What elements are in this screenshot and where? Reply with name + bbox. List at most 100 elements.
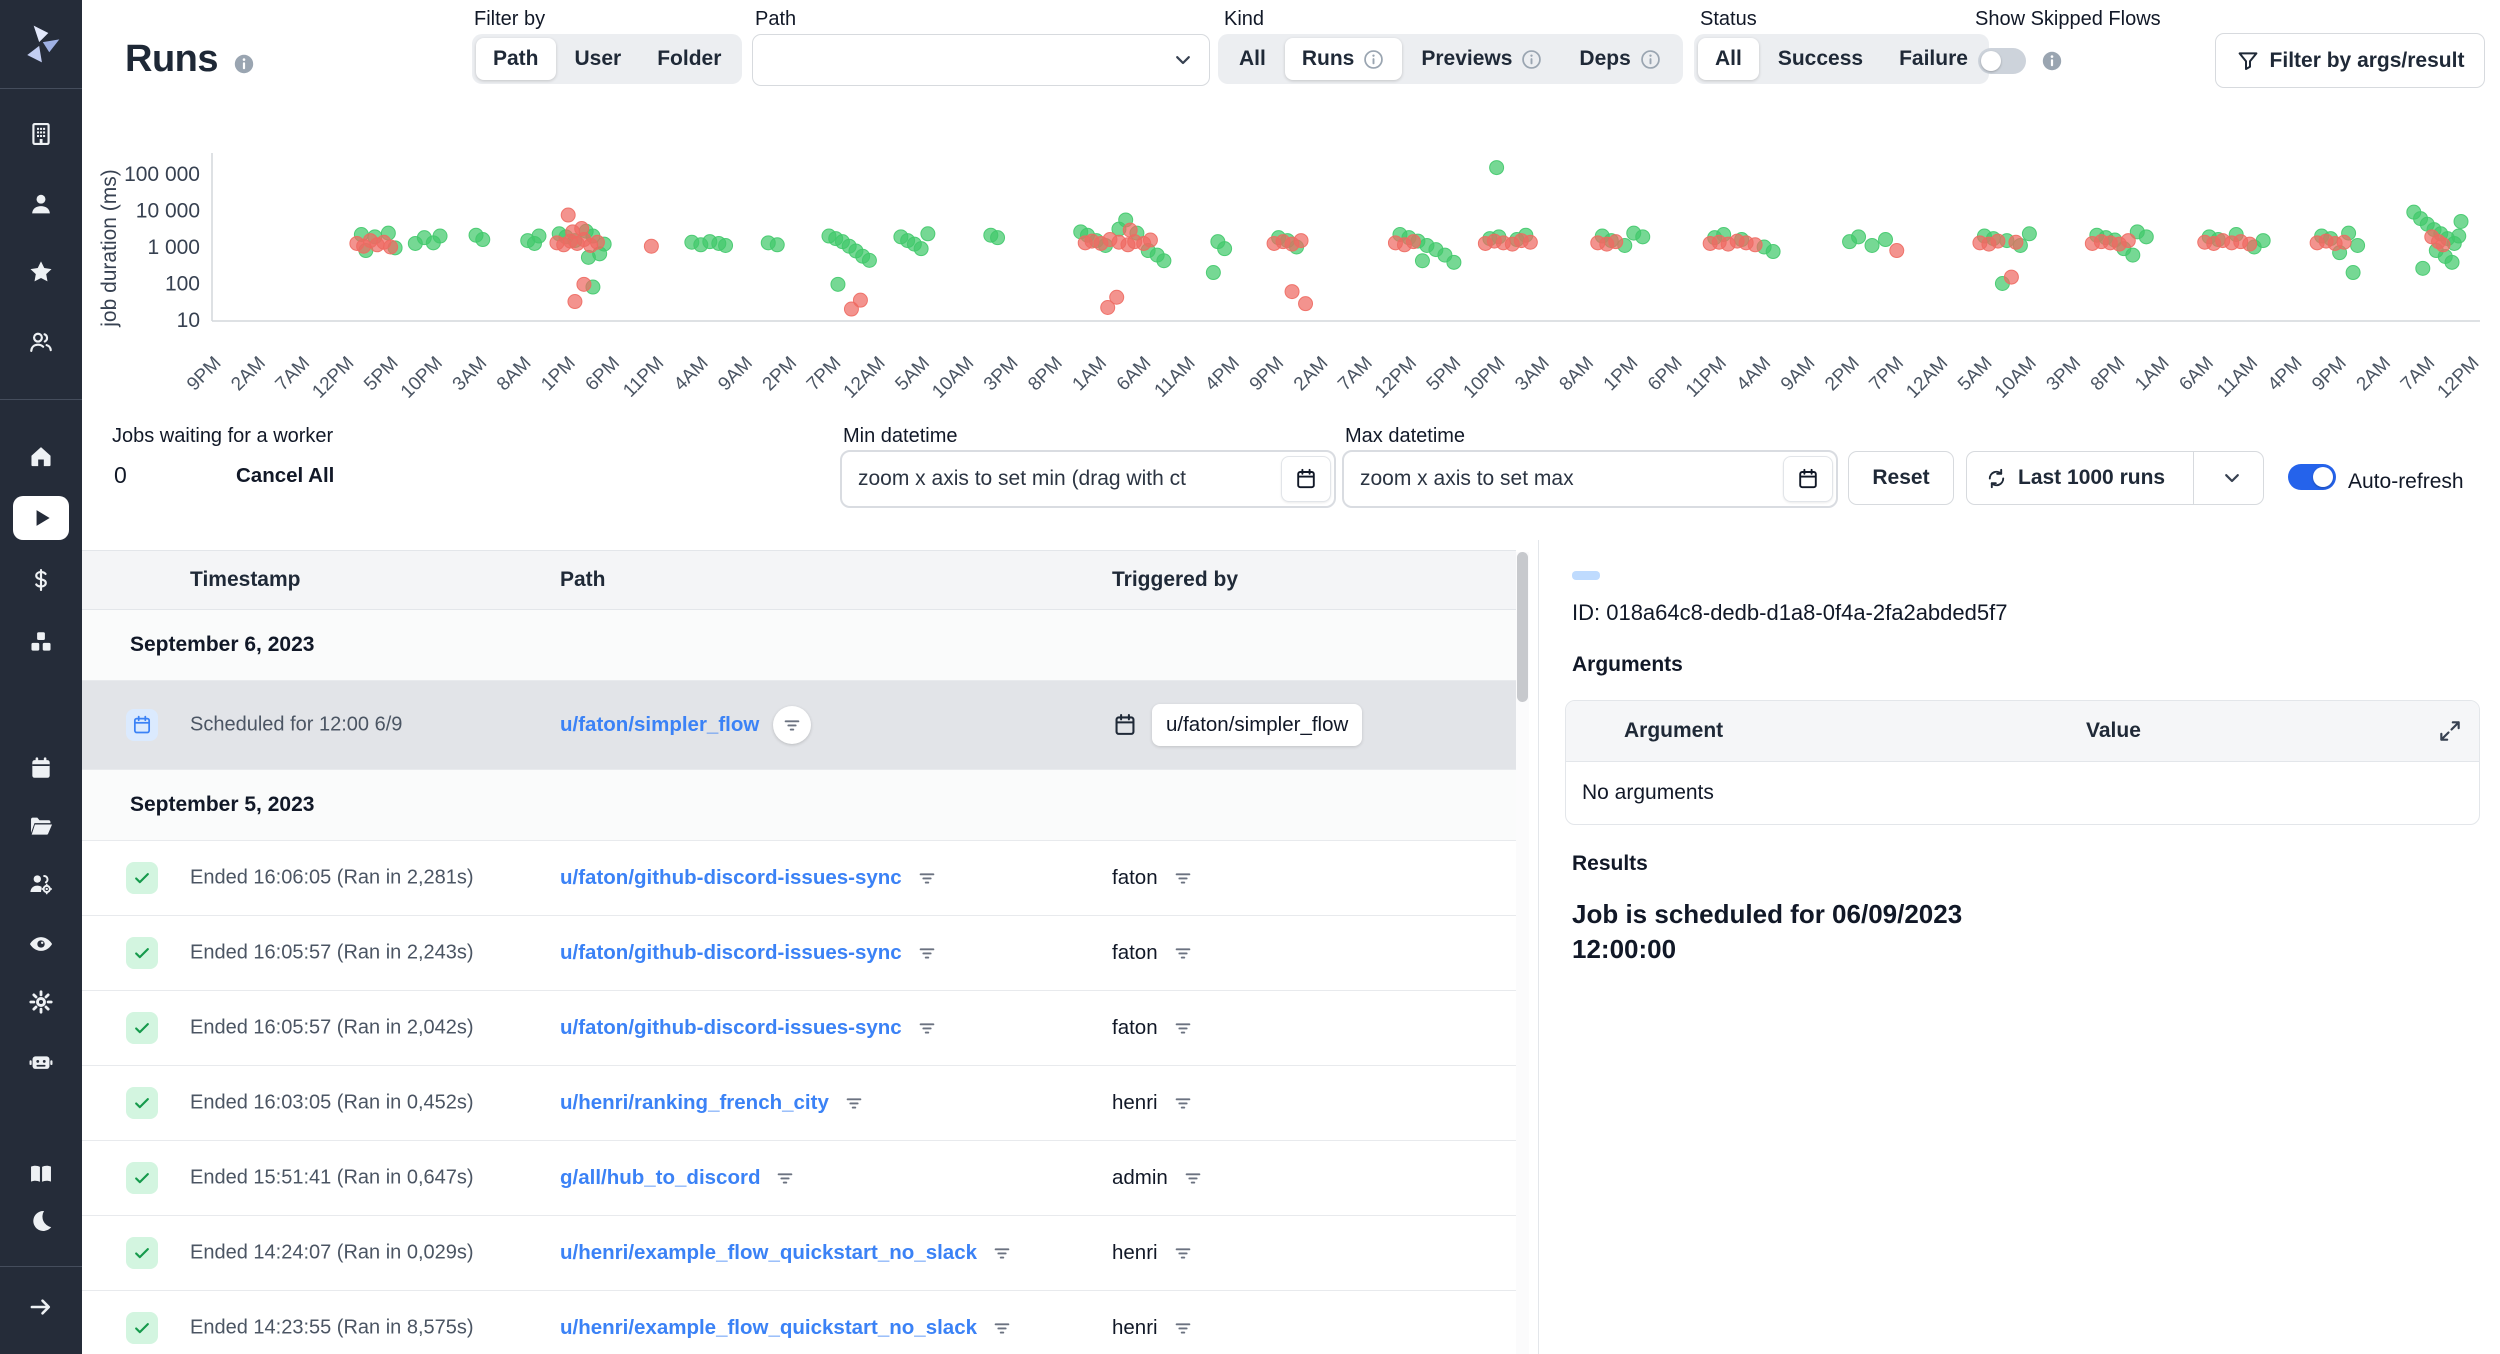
- run-path-link[interactable]: u/faton/github-discord-issues-sync: [560, 866, 902, 890]
- sidebar-item-folder[interactable]: [28, 813, 54, 839]
- run-point-failure[interactable]: [1110, 290, 1124, 304]
- run-point-failure[interactable]: [1143, 233, 1157, 247]
- run-point-failure[interactable]: [644, 239, 658, 253]
- user-filter-button[interactable]: [1172, 1317, 1194, 1339]
- user-filter-button[interactable]: [1172, 1092, 1194, 1114]
- user-filter-button[interactable]: [1172, 1242, 1194, 1264]
- run-point-success[interactable]: [914, 242, 928, 256]
- run-point-success[interactable]: [719, 238, 733, 252]
- run-point-failure[interactable]: [384, 240, 398, 254]
- run-point-success[interactable]: [1636, 230, 1650, 244]
- run-path-link[interactable]: u/henri/example_flow_quickstart_no_slack: [560, 1316, 977, 1340]
- user-filter-button[interactable]: [1182, 1167, 1204, 1189]
- run-point-success[interactable]: [2126, 248, 2140, 262]
- run-point-success[interactable]: [2139, 230, 2153, 244]
- run-point-success[interactable]: [1852, 230, 1866, 244]
- run-point-failure[interactable]: [1890, 244, 1904, 258]
- path-filter-button[interactable]: [843, 1092, 865, 1114]
- user-filter-button[interactable]: [1172, 1017, 1194, 1039]
- path-filter-button[interactable]: [916, 942, 938, 964]
- calendar-picker-button[interactable]: [1281, 456, 1331, 502]
- max-datetime-input[interactable]: zoom x axis to set max: [1342, 450, 1838, 508]
- run-point-failure[interactable]: [2009, 235, 2023, 249]
- run-point-failure[interactable]: [1294, 234, 1308, 248]
- show-skipped-toggle[interactable]: [1978, 48, 2026, 74]
- filter-by-path[interactable]: Path: [476, 38, 556, 80]
- run-point-success[interactable]: [1865, 238, 1879, 252]
- run-point-failure[interactable]: [577, 277, 591, 291]
- run-point-failure[interactable]: [1299, 297, 1313, 311]
- status-success[interactable]: Success: [1761, 38, 1880, 80]
- table-row[interactable]: Ended 16:06:05 (Ran in 2,281s)u/faton/gi…: [82, 841, 1516, 916]
- filter-by-user[interactable]: User: [558, 38, 639, 80]
- run-point-failure[interactable]: [1748, 238, 1762, 252]
- run-path-link[interactable]: u/faton/simpler_flow: [560, 713, 759, 737]
- sidebar-item-book[interactable]: [28, 1161, 54, 1187]
- run-point-success[interactable]: [2351, 238, 2365, 252]
- status-failure[interactable]: Failure: [1882, 38, 1985, 80]
- kind-all[interactable]: All: [1222, 38, 1283, 80]
- sidebar-item-building[interactable]: [28, 121, 54, 147]
- run-point-failure[interactable]: [853, 293, 867, 307]
- table-row[interactable]: Ended 14:24:07 (Ran in 0,029s)u/henri/ex…: [82, 1216, 1516, 1291]
- run-point-failure[interactable]: [590, 235, 604, 249]
- info-icon[interactable]: [232, 52, 256, 76]
- sidebar-item-gear[interactable]: [28, 989, 54, 1015]
- sidebar-item-star[interactable]: [28, 259, 54, 285]
- sidebar-item-cubes[interactable]: [28, 629, 54, 655]
- run-path-link[interactable]: u/faton/github-discord-issues-sync: [560, 941, 902, 965]
- run-point-failure[interactable]: [1406, 235, 1420, 249]
- run-point-success[interactable]: [1766, 245, 1780, 259]
- sidebar-item-home[interactable]: [28, 443, 54, 469]
- reset-button[interactable]: Reset: [1848, 451, 1954, 505]
- run-point-failure[interactable]: [1523, 235, 1537, 249]
- run-point-success[interactable]: [532, 229, 546, 243]
- run-point-success[interactable]: [1157, 254, 1171, 268]
- kind-runs[interactable]: Runs: [1285, 38, 1403, 80]
- table-row[interactable]: Ended 16:05:57 (Ran in 2,042s)u/faton/gi…: [82, 991, 1516, 1066]
- table-row[interactable]: Scheduled for 12:00 6/9u/faton/simpler_f…: [82, 681, 1516, 770]
- run-point-success[interactable]: [831, 277, 845, 291]
- sidebar-item-dollar[interactable]: [28, 567, 54, 593]
- info-icon[interactable]: [2040, 49, 2064, 73]
- sidebar-expand-arrow-right[interactable]: [28, 1294, 54, 1320]
- run-path-link[interactable]: u/faton/github-discord-issues-sync: [560, 1016, 902, 1040]
- run-point-failure[interactable]: [2337, 235, 2351, 249]
- run-point-success[interactable]: [2416, 261, 2430, 275]
- path-filter-button[interactable]: [773, 706, 811, 744]
- run-point-success[interactable]: [1218, 242, 1232, 256]
- run-point-success[interactable]: [433, 229, 447, 243]
- sidebar-item-user[interactable]: [28, 191, 54, 217]
- table-row[interactable]: Ended 15:51:41 (Ran in 0,647s)g/all/hub_…: [82, 1141, 1516, 1216]
- run-point-success[interactable]: [1490, 161, 1504, 175]
- last-runs-button[interactable]: Last 1000 runs: [1967, 452, 2183, 504]
- run-point-success[interactable]: [2256, 234, 2270, 248]
- sidebar-item-moon[interactable]: [28, 1208, 54, 1234]
- sidebar-item-eye[interactable]: [28, 931, 54, 957]
- auto-refresh-toggle[interactable]: [2288, 464, 2336, 490]
- run-point-success[interactable]: [476, 233, 490, 247]
- run-point-success[interactable]: [991, 231, 1005, 245]
- status-all[interactable]: All: [1698, 38, 1759, 80]
- path-filter-button[interactable]: [916, 867, 938, 889]
- run-point-failure[interactable]: [2004, 270, 2018, 284]
- path-filter-button[interactable]: [991, 1242, 1013, 1264]
- expand-icon[interactable]: [2437, 718, 2463, 744]
- path-select[interactable]: [752, 34, 1210, 86]
- run-point-success[interactable]: [770, 238, 784, 252]
- run-point-success[interactable]: [2445, 255, 2459, 269]
- last-runs-dropdown[interactable]: [2204, 452, 2260, 504]
- table-row[interactable]: Ended 16:05:57 (Ran in 2,243s)u/faton/gi…: [82, 916, 1516, 991]
- table-row[interactable]: Ended 16:03:05 (Ran in 0,452s)u/henri/ra…: [82, 1066, 1516, 1141]
- path-filter-button[interactable]: [916, 1017, 938, 1039]
- path-filter-button[interactable]: [991, 1317, 1013, 1339]
- run-point-success[interactable]: [2346, 266, 2360, 280]
- filter-args-button[interactable]: Filter by args/result: [2215, 33, 2485, 88]
- run-point-failure[interactable]: [2436, 238, 2450, 252]
- cancel-all-button[interactable]: Cancel All: [236, 464, 334, 488]
- run-point-failure[interactable]: [1285, 285, 1299, 299]
- kind-previews[interactable]: Previews: [1404, 38, 1560, 80]
- user-filter-button[interactable]: [1172, 942, 1194, 964]
- run-point-failure[interactable]: [1123, 223, 1137, 237]
- run-path-link[interactable]: u/henri/example_flow_quickstart_no_slack: [560, 1241, 977, 1265]
